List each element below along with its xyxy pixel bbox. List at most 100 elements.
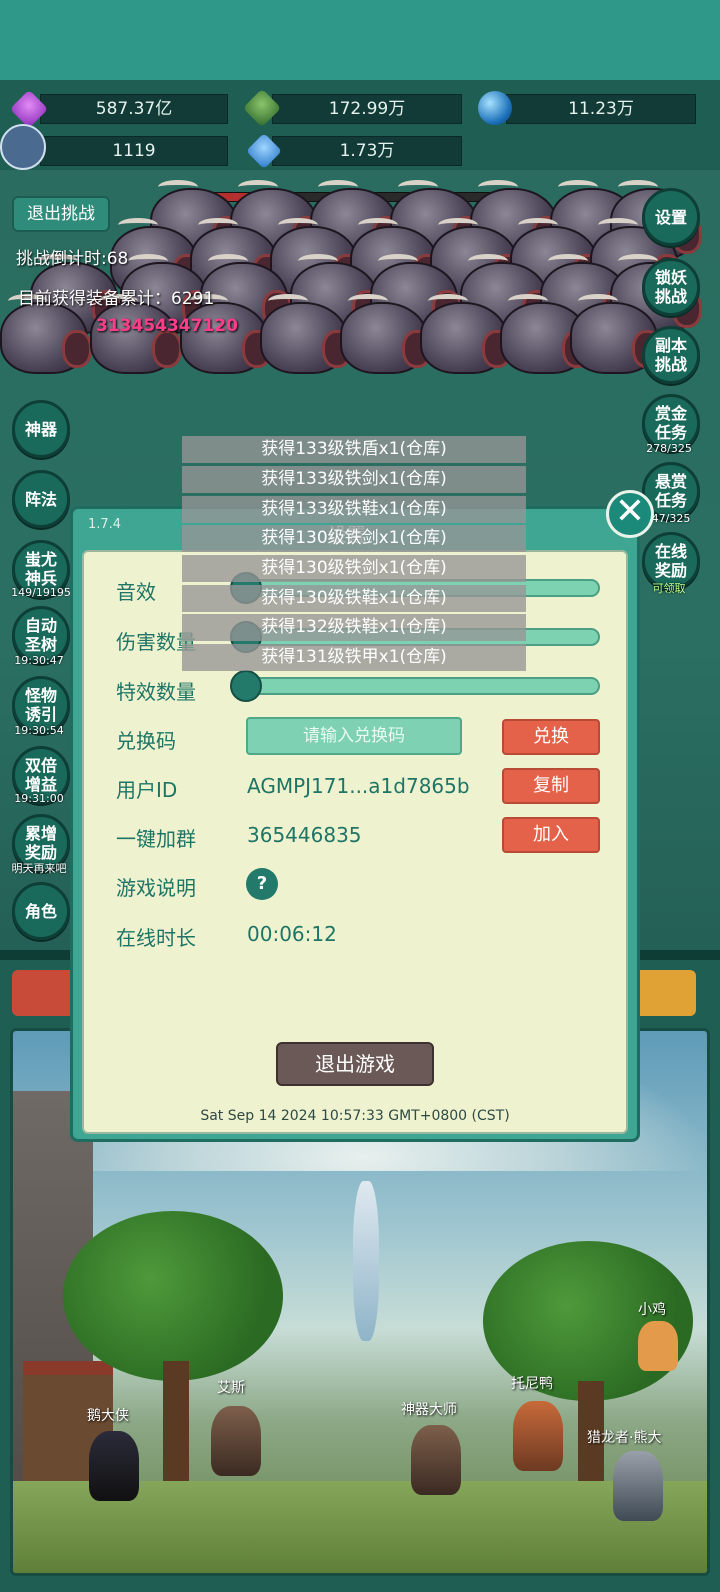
pause-icon[interactable] bbox=[0, 124, 46, 170]
challenge-countdown: 挑战倒计时:68 bbox=[16, 249, 129, 269]
sword-artifact[interactable] bbox=[353, 1181, 379, 1341]
monster-lure-label: 怪物诱引 bbox=[24, 686, 57, 724]
sound-label: 音效 bbox=[116, 580, 156, 604]
game-help-label: 游戏说明 bbox=[116, 876, 196, 900]
monster-shield bbox=[62, 330, 92, 368]
dungeon-challenge-button[interactable]: 副本挑战 bbox=[642, 326, 700, 384]
artifact-button[interactable]: 神器 bbox=[12, 400, 70, 458]
monster bbox=[180, 294, 272, 374]
npc-artifact-master[interactable] bbox=[411, 1425, 461, 1495]
npc-name-dragon-hunter-bear: 猎龙者·熊大 bbox=[587, 1430, 662, 1446]
npc-name-artifact-master: 神器大师 bbox=[401, 1402, 457, 1418]
monster-horn bbox=[428, 294, 468, 308]
resource-card-value: 1119 bbox=[40, 136, 228, 166]
exit-challenge-button[interactable]: 退出挑战 bbox=[12, 196, 110, 232]
status-bar bbox=[0, 0, 720, 80]
demon-lock-challenge-button[interactable]: 锁妖挑战 bbox=[642, 258, 700, 316]
redeem-button[interactable]: 兑换 bbox=[502, 719, 600, 755]
character-button[interactable]: 角色 bbox=[12, 882, 70, 940]
npc-name-tony-duck: 托尼鸭 bbox=[511, 1376, 553, 1392]
loot-notification: 获得130级铁剑x1(仓库) bbox=[182, 525, 526, 552]
monster-horn bbox=[208, 254, 248, 268]
monster-horn bbox=[278, 218, 318, 232]
monster-horn bbox=[508, 294, 548, 308]
effect-count-slider-knob[interactable] bbox=[230, 670, 262, 702]
cumulative-reward-label: 累增奖励 bbox=[24, 824, 57, 862]
damage-number: 313454347120 bbox=[96, 316, 238, 336]
monster bbox=[420, 294, 512, 374]
monster-horn bbox=[438, 218, 478, 232]
cumulative-reward-status: 明天再来吧 bbox=[11, 862, 67, 875]
blue-orb-icon bbox=[478, 91, 512, 125]
monster-horn bbox=[298, 254, 338, 268]
auto-tree-timer: 19:30:47 bbox=[14, 654, 64, 667]
close-icon[interactable]: ✕ bbox=[606, 490, 654, 538]
monster-horn bbox=[618, 180, 658, 194]
monster bbox=[0, 294, 92, 374]
redeem-code-input[interactable]: 请输入兑换码 bbox=[246, 717, 462, 755]
dungeon-challenge-label: 副本挑战 bbox=[654, 336, 687, 374]
resource-crystal-value: 1.73万 bbox=[272, 136, 462, 166]
bounty-task-label: 赏金任务 bbox=[654, 404, 687, 442]
monster-lure-timer: 19:30:54 bbox=[14, 724, 64, 737]
online-time-value: 00:06:12 bbox=[247, 922, 337, 946]
npc-tony-duck[interactable] bbox=[513, 1401, 563, 1471]
timestamp: Sat Sep 14 2024 10:57:33 GMT+0800 (CST) bbox=[200, 1108, 510, 1124]
monster-horn bbox=[378, 254, 418, 268]
monster-horn bbox=[558, 180, 598, 194]
npc-name-goose-hero: 鹅大侠 bbox=[87, 1408, 129, 1424]
npc-chick[interactable] bbox=[638, 1321, 678, 1371]
redeem-code-label: 兑换码 bbox=[116, 729, 176, 753]
monster-horn bbox=[478, 180, 518, 194]
double-boost-label: 双倍增益 bbox=[24, 756, 57, 794]
version-label: 1.7.4 bbox=[88, 517, 122, 532]
monster-horn bbox=[358, 218, 398, 232]
resource-orb-value: 11.23万 bbox=[506, 94, 696, 124]
equipment-count: 目前获得装备累计：6291 bbox=[18, 289, 215, 309]
monster-horn bbox=[128, 254, 168, 268]
effect-count-label: 特效数量 bbox=[116, 680, 196, 704]
online-reward-status: 可领取 bbox=[652, 582, 686, 595]
monster-horn bbox=[158, 180, 198, 194]
quit-game-button[interactable]: 退出游戏 bbox=[276, 1042, 434, 1086]
help-icon[interactable]: ? bbox=[246, 868, 278, 900]
loot-notification: 获得133级铁鞋x1(仓库) bbox=[182, 496, 526, 523]
monster-horn bbox=[348, 294, 388, 308]
join-button[interactable]: 加入 bbox=[502, 817, 600, 853]
auto-tree-label: 自动圣树 bbox=[24, 616, 57, 654]
monster-horn bbox=[198, 218, 238, 232]
artifact-button-label: 神器 bbox=[24, 419, 57, 439]
copy-button[interactable]: 复制 bbox=[502, 768, 600, 804]
online-reward-label: 在线奖励 bbox=[654, 542, 687, 580]
monster-horn bbox=[318, 180, 358, 194]
settings-button[interactable]: 设置 bbox=[642, 188, 700, 246]
monster-horn bbox=[518, 218, 558, 232]
monster-horn bbox=[238, 180, 278, 194]
user-id-value: AGMPJ171...a1d7865b bbox=[247, 774, 470, 798]
monster-horn bbox=[468, 254, 508, 268]
loot-notification: 获得130级铁剑x1(仓库) bbox=[182, 555, 526, 582]
monster-horn bbox=[118, 218, 158, 232]
npc-dragon-hunter-bear[interactable] bbox=[613, 1451, 663, 1521]
npc-ace[interactable] bbox=[211, 1406, 261, 1476]
chiyou-weapon-progress: 149/19195 bbox=[11, 586, 71, 599]
loot-notification: 获得133级铁剑x1(仓库) bbox=[182, 466, 526, 493]
formation-button[interactable]: 阵法 bbox=[12, 470, 70, 528]
online-time-label: 在线时长 bbox=[116, 926, 196, 950]
monster-horn bbox=[268, 294, 308, 308]
character-button-label: 角色 bbox=[24, 901, 57, 921]
loot-notification: 获得131级铁甲x1(仓库) bbox=[182, 644, 526, 671]
npc-goose-hero[interactable] bbox=[89, 1431, 139, 1501]
npc-name-ace: 艾斯 bbox=[217, 1380, 245, 1396]
user-id-label: 用户ID bbox=[116, 778, 178, 802]
monster bbox=[340, 294, 432, 374]
reward-task-label: 悬赏任务 bbox=[654, 472, 687, 510]
group-number: 365446835 bbox=[247, 823, 362, 847]
monster bbox=[90, 294, 182, 374]
loot-notification: 获得133级铁盾x1(仓库) bbox=[182, 436, 526, 463]
formation-button-label: 阵法 bbox=[24, 489, 57, 509]
resource-green-value: 172.99万 bbox=[272, 94, 462, 124]
loot-notification: 获得132级铁鞋x1(仓库) bbox=[182, 614, 526, 641]
npc-name-chick: 小鸡 bbox=[638, 1302, 666, 1318]
effect-count-slider[interactable] bbox=[246, 677, 600, 695]
